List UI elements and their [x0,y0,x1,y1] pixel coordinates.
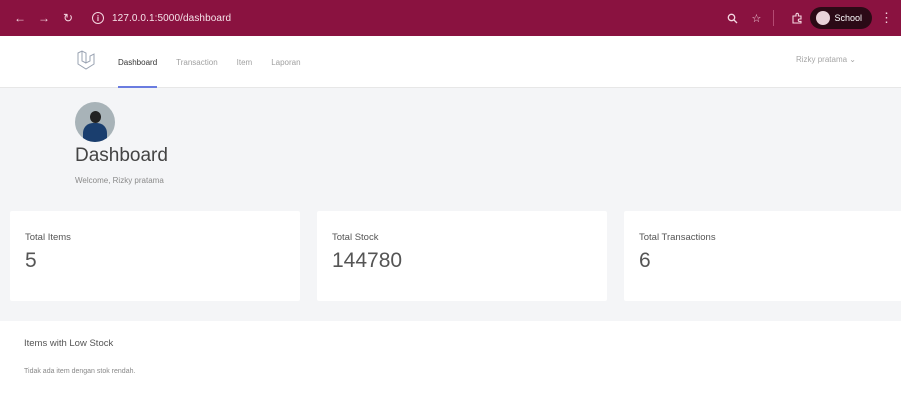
zoom-icon[interactable] [723,9,741,27]
chevron-down-icon: ⌄ [849,55,856,64]
extensions-icon[interactable] [788,9,806,27]
site-info-icon[interactable]: i [92,12,104,24]
low-stock-message: Tidak ada item dengan stok rendah. [24,368,136,375]
low-stock-heading: Items with Low Stock [24,338,114,349]
stat-value: 144780 [332,249,403,272]
address-bar[interactable]: 127.0.0.1:5000/dashboard [112,13,231,24]
page-header: Dashboard Welcome, Rizky pratama [0,88,901,201]
stat-label: Total Items [25,232,71,243]
laravel-logo-icon[interactable] [76,50,96,72]
nav-dashboard[interactable]: Dashboard [118,36,158,88]
browser-menu-icon[interactable]: ⋮ [880,10,893,26]
user-dropdown[interactable]: Rizky pratama ⌄ [796,55,856,64]
top-navigation: Dashboard Transaction Item Laporan Rizky… [0,36,901,88]
reload-icon[interactable]: ↻ [60,10,76,26]
stat-card-total-stock: Total Stock 144780 [317,211,607,301]
stat-card-total-transactions: Total Transactions 6 [624,211,901,301]
browser-toolbar: ← → ↻ i 127.0.0.1:5000/dashboard ☆ Schoo… [0,0,901,36]
stat-value: 5 [25,249,37,272]
stat-value: 6 [639,249,651,272]
user-avatar [75,102,115,142]
forward-arrow-icon[interactable]: → [36,10,52,26]
user-name: Rizky pratama [795,55,848,64]
welcome-text: Welcome, Rizky pratama [75,176,164,185]
bookmark-star-icon[interactable]: ☆ [747,9,765,27]
stat-card-total-items: Total Items 5 [10,211,300,301]
profile-button[interactable]: School [810,7,872,29]
stat-label: Total Transactions [639,232,716,243]
profile-avatar-icon [816,11,831,25]
nav-transaction[interactable]: Transaction [176,36,218,88]
nav-laporan[interactable]: Laporan [271,36,300,88]
page-title: Dashboard [75,145,168,166]
toolbar-divider [773,10,775,26]
back-arrow-icon[interactable]: ← [12,10,28,26]
profile-label: School [834,13,862,23]
nav-links: Dashboard Transaction Item Laporan [118,36,320,88]
stat-label: Total Stock [332,232,379,243]
nav-item[interactable]: Item [237,36,253,88]
